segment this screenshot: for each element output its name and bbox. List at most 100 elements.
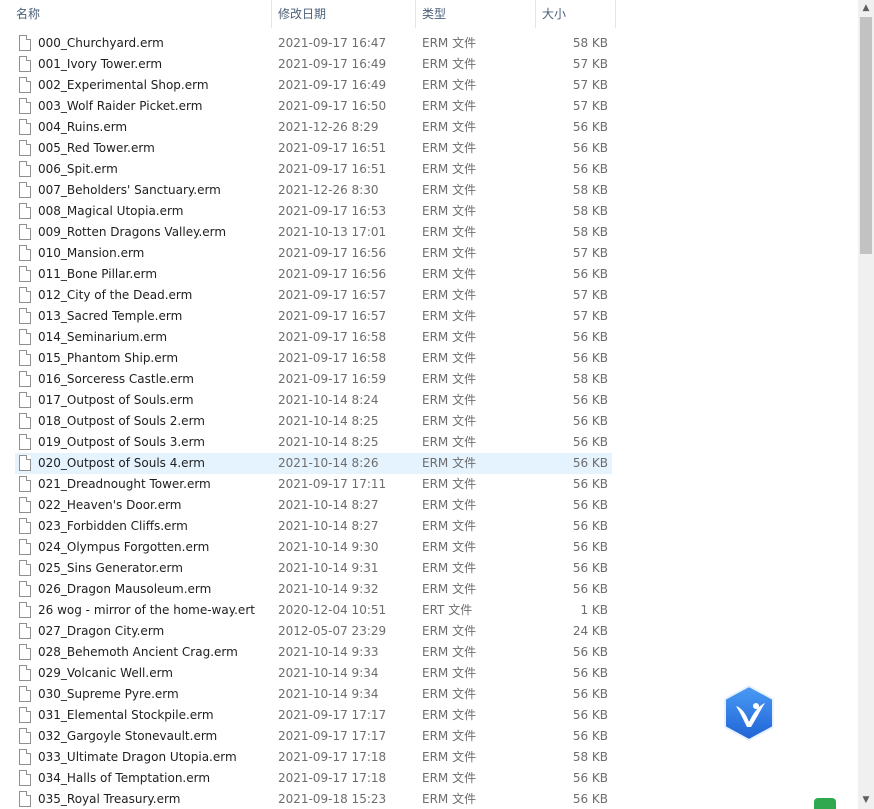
file-row[interactable]: 020_Outpost of Souls 4.erm 2021-10-14 8:2… [15, 453, 612, 474]
file-name: 010_Mansion.erm [38, 246, 145, 260]
file-icon [19, 56, 31, 72]
column-divider[interactable] [615, 0, 616, 28]
file-row[interactable]: 014_Seminarium.erm 2021-09-17 16:58 ERM 文件… [15, 327, 612, 348]
sort-ascending-icon: ^ [137, 0, 146, 7]
file-row[interactable]: 004_Ruins.erm 2021-12-26 8:29 ERM 文件 56 KB [15, 117, 612, 138]
file-size: 56 KB [572, 498, 608, 512]
file-row[interactable]: 010_Mansion.erm 2021-09-17 16:56 ERM 文件 57 … [15, 243, 612, 264]
file-row[interactable]: 016_Sorceress Castle.erm 2021-09-17 16:59… [15, 369, 612, 390]
file-name: 003_Wolf Raider Picket.erm [38, 99, 203, 113]
file-icon [19, 665, 31, 681]
column-header-date[interactable]: 修改日期 [272, 0, 415, 28]
column-header-type[interactable]: 类型 [416, 0, 535, 28]
file-row[interactable]: 026_Dragon Mausoleum.erm 2021-10-14 9:32 E… [15, 579, 612, 600]
file-size: 57 KB [572, 288, 608, 302]
file-size: 24 KB [572, 624, 608, 638]
file-row[interactable]: 035_Royal Treasury.erm 2021-09-18 15:23 ER… [15, 789, 612, 809]
file-row[interactable]: 034_Halls of Temptation.erm 2021-09-17 17… [15, 768, 612, 789]
column-header-size[interactable]: 大小 [536, 0, 616, 28]
tray-app-icon[interactable] [814, 798, 836, 809]
file-date: 2021-10-14 9:31 [278, 561, 379, 575]
file-icon [19, 413, 31, 429]
file-name: 034_Halls of Temptation.erm [38, 771, 211, 785]
file-date: 2021-10-13 17:01 [278, 225, 387, 239]
file-name: 032_Gargoyle Stonevault.erm [38, 729, 218, 743]
file-size: 58 KB [572, 225, 608, 239]
file-row[interactable]: 003_Wolf Raider Picket.erm 2021-09-17 16:… [15, 96, 612, 117]
file-icon [19, 77, 31, 93]
file-row[interactable]: 031_Elemental Stockpile.erm 2021-09-17 17… [15, 705, 612, 726]
file-row[interactable]: 027_Dragon City.erm 2012-05-07 23:29 ERM 文… [15, 621, 612, 642]
file-type: ERM 文件 [422, 414, 477, 428]
scrollbar-thumb[interactable] [860, 17, 872, 254]
file-icon [19, 560, 31, 576]
file-row[interactable]: 002_Experimental Shop.erm 2021-09-17 16:4… [15, 75, 612, 96]
file-size: 1 KB [580, 603, 608, 617]
file-size: 57 KB [572, 57, 608, 71]
file-row[interactable]: 26 wog - mirror of the home-way.ert 2020-… [15, 600, 612, 621]
file-size: 56 KB [572, 351, 608, 365]
file-icon [19, 224, 31, 240]
file-row[interactable]: 011_Bone Pillar.erm 2021-09-17 16:56 ERM 文… [15, 264, 612, 285]
file-row[interactable]: 029_Volcanic Well.erm 2021-10-14 9:34 ERM … [15, 663, 612, 684]
file-row[interactable]: 007_Beholders' Sanctuary.erm 2021-12-26 8… [15, 180, 612, 201]
file-size: 57 KB [572, 99, 608, 113]
file-row[interactable]: 001_Ivory Tower.erm 2021-09-17 16:49 ERM 文… [15, 54, 612, 75]
file-row[interactable]: 019_Outpost of Souls 3.erm 2021-10-14 8:2… [15, 432, 612, 453]
file-type: ERM 文件 [422, 162, 477, 176]
file-row[interactable]: 018_Outpost of Souls 2.erm 2021-10-14 8:2… [15, 411, 612, 432]
file-row[interactable]: 008_Magical Utopia.erm 2021-09-17 16:53 ER… [15, 201, 612, 222]
file-icon [19, 686, 31, 702]
file-row[interactable]: 013_Sacred Temple.erm 2021-09-17 16:57 ERM… [15, 306, 612, 327]
file-date: 2021-10-14 8:26 [278, 456, 379, 470]
bird-hexagon-icon[interactable] [722, 684, 776, 742]
file-row[interactable]: 032_Gargoyle Stonevault.erm 2021-09-17 17… [15, 726, 612, 747]
file-row[interactable]: 025_Sins Generator.erm 2021-10-14 9:31 ERM… [15, 558, 612, 579]
file-name: 009_Rotten Dragons Valley.erm [38, 225, 227, 239]
file-date: 2020-12-04 10:51 [278, 603, 387, 617]
file-row[interactable]: 033_Ultimate Dragon Utopia.erm 2021-09-17… [15, 747, 612, 768]
file-type: ERM 文件 [422, 57, 477, 71]
file-icon [19, 308, 31, 324]
file-type: ERM 文件 [422, 519, 477, 533]
vertical-scrollbar[interactable]: ▲ ▼ [858, 0, 874, 809]
file-size: 56 KB [572, 141, 608, 155]
file-date: 2021-10-14 9:34 [278, 687, 379, 701]
file-row[interactable]: 024_Olympus Forgotten.erm 2021-10-14 9:30… [15, 537, 612, 558]
file-size: 57 KB [572, 309, 608, 323]
file-name: 017_Outpost of Souls.erm [38, 393, 194, 407]
column-header-bar: 名称 ^ 修改日期 类型 大小 [0, 0, 616, 28]
file-row[interactable]: 015_Phantom Ship.erm 2021-09-17 16:58 ERM … [15, 348, 612, 369]
file-size: 56 KB [572, 120, 608, 134]
file-icon [19, 182, 31, 198]
file-row[interactable]: 009_Rotten Dragons Valley.erm 2021-10-13 … [15, 222, 612, 243]
file-row[interactable]: 006_Spit.erm 2021-09-17 16:51 ERM 文件 56 KB [15, 159, 612, 180]
file-date: 2021-09-17 16:57 [278, 309, 387, 323]
file-date: 2021-09-17 16:53 [278, 204, 387, 218]
file-type: ERM 文件 [422, 645, 477, 659]
file-row[interactable]: 021_Dreadnought Tower.erm 2021-09-17 17:1… [15, 474, 612, 495]
file-date: 2021-09-17 17:18 [278, 750, 387, 764]
file-row[interactable]: 017_Outpost of Souls.erm 2021-10-14 8:24 E… [15, 390, 612, 411]
file-type: ERM 文件 [422, 309, 477, 323]
file-row[interactable]: 012_City of the Dead.erm 2021-09-17 16:57… [15, 285, 612, 306]
file-date: 2021-10-14 8:25 [278, 435, 379, 449]
file-name: 004_Ruins.erm [38, 120, 128, 134]
file-row[interactable]: 005_Red Tower.erm 2021-09-17 16:51 ERM 文件 5… [15, 138, 612, 159]
file-row[interactable]: 000_Churchyard.erm 2021-09-17 16:47 ERM 文件… [15, 33, 612, 54]
file-date: 2021-12-26 8:30 [278, 183, 379, 197]
file-row[interactable]: 028_Behemoth Ancient Crag.erm 2021-10-14 … [15, 642, 612, 663]
file-size: 56 KB [572, 771, 608, 785]
file-size: 56 KB [572, 540, 608, 554]
file-row[interactable]: 023_Forbidden Cliffs.erm 2021-10-14 8:27 E… [15, 516, 612, 537]
file-row[interactable]: 022_Heaven's Door.erm 2021-10-14 8:27 ERM … [15, 495, 612, 516]
file-type: ERM 文件 [422, 246, 477, 260]
file-name: 019_Outpost of Souls 3.erm [38, 435, 205, 449]
file-date: 2021-10-14 8:25 [278, 414, 379, 428]
file-name: 027_Dragon City.erm [38, 624, 165, 638]
chevron-down-icon[interactable]: ▼ [858, 792, 874, 809]
file-row[interactable]: 030_Supreme Pyre.erm 2021-10-14 9:34 ERM 文… [15, 684, 612, 705]
chevron-up-icon[interactable]: ▲ [858, 0, 874, 17]
file-icon [19, 581, 31, 597]
file-icon [19, 644, 31, 660]
